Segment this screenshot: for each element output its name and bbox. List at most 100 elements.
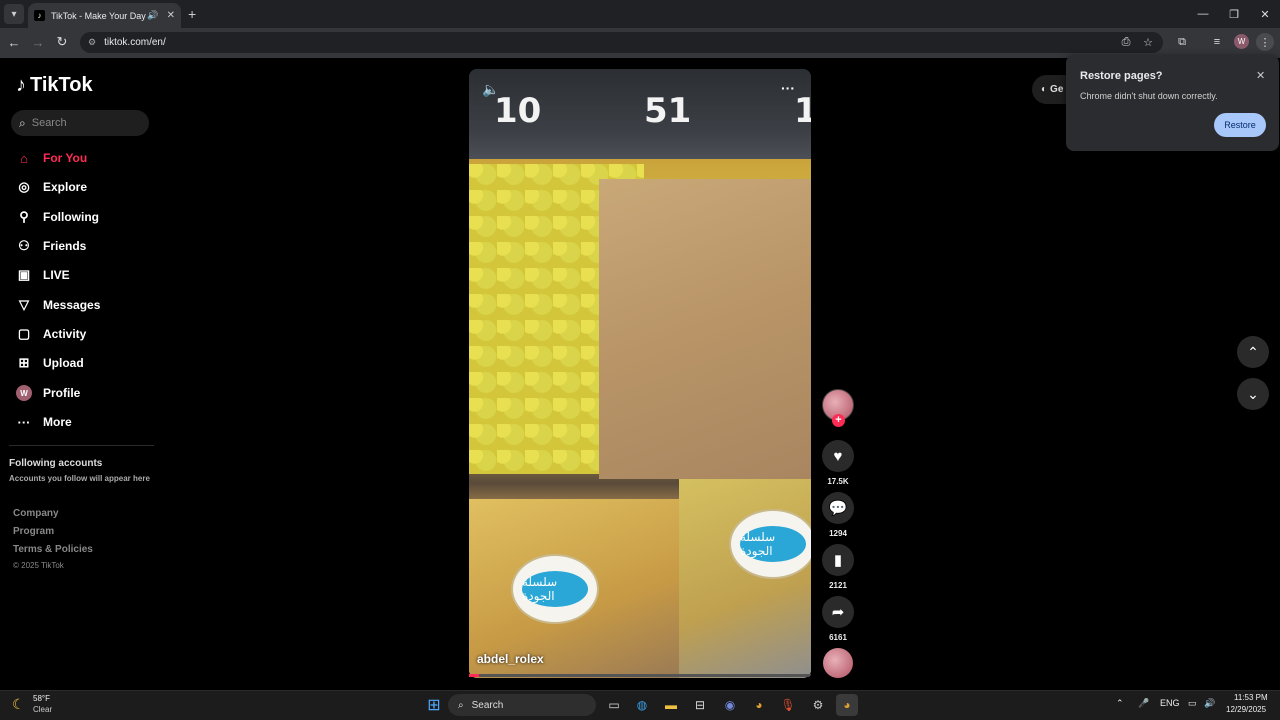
nav-label: Friends (43, 239, 87, 253)
tiktok-logo[interactable]: ♪ TikTok (16, 74, 93, 97)
nav-messages[interactable]: ▽ Messages (16, 294, 100, 316)
bookmark-button[interactable]: ▮ (822, 544, 854, 576)
nav-live[interactable]: ▣ LIVE (16, 264, 70, 286)
profile-avatar: W (16, 385, 32, 401)
video-brand-label: سلسلة الجودة (729, 509, 811, 579)
nav-profile[interactable]: W Profile (16, 382, 80, 404)
weather-condition[interactable]: Clear (33, 705, 52, 714)
browser-profile-avatar[interactable]: W (1234, 34, 1249, 49)
sidebar-divider (9, 445, 154, 446)
bookmark-count: 2121 (829, 581, 847, 590)
following-accounts-heading: Following accounts (9, 458, 103, 469)
footer-terms-link[interactable]: Terms & Policies (13, 544, 93, 555)
search-placeholder: Search (31, 117, 67, 129)
tab-list-button[interactable]: ▾ (4, 4, 24, 24)
chrome-active-icon[interactable]: ◕ (836, 694, 858, 716)
comment-icon: 💬 (828, 500, 848, 517)
restore-button[interactable]: Restore (1214, 113, 1266, 137)
mic-tray-icon[interactable]: 🎤 (1138, 698, 1149, 709)
discord-icon[interactable]: ◉ (719, 694, 741, 716)
reload-button[interactable]: ↻ (50, 28, 74, 56)
store-icon[interactable]: ⊟ (689, 694, 711, 716)
share-count: 6161 (829, 633, 847, 642)
video-progress-fill (469, 674, 480, 677)
tray-chevron-up-icon[interactable]: ⌃ (1116, 698, 1124, 709)
task-view-icon[interactable]: ▭ (603, 694, 625, 716)
footer-company-link[interactable]: Company (13, 508, 59, 519)
file-explorer-icon[interactable]: ▬ (660, 694, 682, 716)
copyright: © 2025 TikTok (13, 561, 64, 570)
media-controls-icon[interactable]: ≡ (1208, 33, 1226, 51)
restore-pages-popup: Restore pages? Chrome didn't shut down c… (1066, 55, 1279, 151)
music-disc-avatar[interactable] (823, 648, 853, 678)
weather-temperature[interactable]: 58°F (33, 694, 50, 703)
share-button[interactable]: ➦ (822, 596, 854, 628)
tiktok-note-icon: ♪ (16, 74, 26, 96)
clock-date[interactable]: 12/29/2025 (1226, 705, 1266, 714)
nav-more[interactable]: ··· More (16, 411, 72, 433)
steam-icon[interactable]: ⚙ (807, 694, 829, 716)
nav-label: LIVE (43, 268, 70, 282)
search-input[interactable]: ⌕ Search (11, 110, 149, 136)
network-icon[interactable]: ▭ (1188, 698, 1197, 709)
search-icon: ⌕ (19, 115, 26, 130)
taskbar-search[interactable]: ⌕ Search (448, 694, 596, 716)
follow-plus-icon[interactable]: + (832, 414, 845, 427)
back-button[interactable]: ← (2, 28, 26, 56)
upload-icon: ⊞ (18, 355, 30, 370)
address-bar[interactable]: ⚙ tiktok.com/en/ (80, 32, 1163, 53)
tab-close-icon[interactable]: ✕ (167, 10, 175, 21)
video-price-sign: 10 (494, 91, 542, 131)
language-indicator[interactable]: ENG (1160, 698, 1180, 708)
bookmark-star-icon[interactable]: ☆ (1139, 33, 1157, 51)
nav-upload[interactable]: ⊞ Upload (16, 352, 84, 374)
following-accounts-placeholder: Accounts you follow will appear here (9, 474, 150, 483)
volume-icon[interactable]: 🔈 (482, 81, 499, 98)
tab-audio-icon[interactable]: 🔊 (147, 10, 158, 21)
video-author[interactable]: abdel_rolex (477, 652, 544, 666)
comment-button[interactable]: 💬 (822, 492, 854, 524)
site-info-icon[interactable]: ⚙ (88, 37, 96, 48)
moon-weather-icon[interactable]: ☾ (12, 696, 25, 713)
video-frame-crate (679, 479, 811, 678)
send-icon: ▽ (19, 297, 29, 312)
extensions-icon[interactable]: ⧉ (1173, 33, 1191, 51)
video-frame-ginger (599, 179, 811, 479)
nav-label: More (43, 415, 72, 429)
chrome-icon[interactable]: ◕ (748, 694, 770, 716)
windows-start-icon[interactable]: ⊞ (423, 694, 445, 716)
edge-icon[interactable]: ◍ (631, 694, 653, 716)
microphone-app-icon[interactable]: 🎙 (777, 694, 799, 716)
volume-tray-icon[interactable]: 🔊 (1204, 698, 1215, 709)
video-brand-label: سلسلة الجودة (511, 554, 599, 624)
nav-label: Upload (43, 356, 84, 370)
nav-for-you[interactable]: ⌂ For You (16, 147, 87, 169)
nav-label: For You (43, 151, 88, 165)
activity-icon: ▢ (17, 326, 31, 341)
tiktok-favicon-icon: ♪ (34, 10, 45, 21)
minimize-button[interactable]: — (1188, 0, 1218, 28)
video-more-icon[interactable]: ··· (781, 80, 795, 96)
window-close-button[interactable]: ✕ (1250, 0, 1280, 28)
nav-friends[interactable]: ⚇ Friends (16, 235, 86, 257)
forward-button[interactable]: → (26, 28, 50, 56)
get-app-label: Ge (1050, 84, 1064, 95)
like-button[interactable]: ♥ (822, 440, 854, 472)
browser-menu-icon[interactable]: ⋮ (1256, 33, 1274, 51)
nav-explore[interactable]: ◎ Explore (16, 176, 87, 198)
next-video-button[interactable]: ⌄ (1237, 378, 1269, 410)
nav-activity[interactable]: ▢ Activity (16, 323, 87, 345)
maximize-button[interactable]: ❐ (1219, 0, 1249, 28)
live-icon: ▣ (17, 267, 31, 282)
new-tab-button[interactable]: + (188, 6, 196, 22)
footer-program-link[interactable]: Program (13, 526, 54, 537)
previous-video-button[interactable]: ⌃ (1237, 336, 1269, 368)
close-icon[interactable]: ✕ (1256, 69, 1265, 82)
clock-time[interactable]: 11:53 PM (1234, 693, 1268, 702)
install-app-icon[interactable]: ⎙ (1117, 33, 1135, 51)
browser-tab[interactable]: ♪ TikTok - Make Your Day 🔊 ✕ (28, 3, 181, 28)
video-progress-bar[interactable] (469, 674, 811, 677)
nav-following[interactable]: ⚲ Following (16, 206, 99, 228)
nav-label: Explore (43, 180, 88, 194)
video-player[interactable]: 10 51 1 سلسلة الجودة سلسلة الجودة (469, 69, 811, 678)
